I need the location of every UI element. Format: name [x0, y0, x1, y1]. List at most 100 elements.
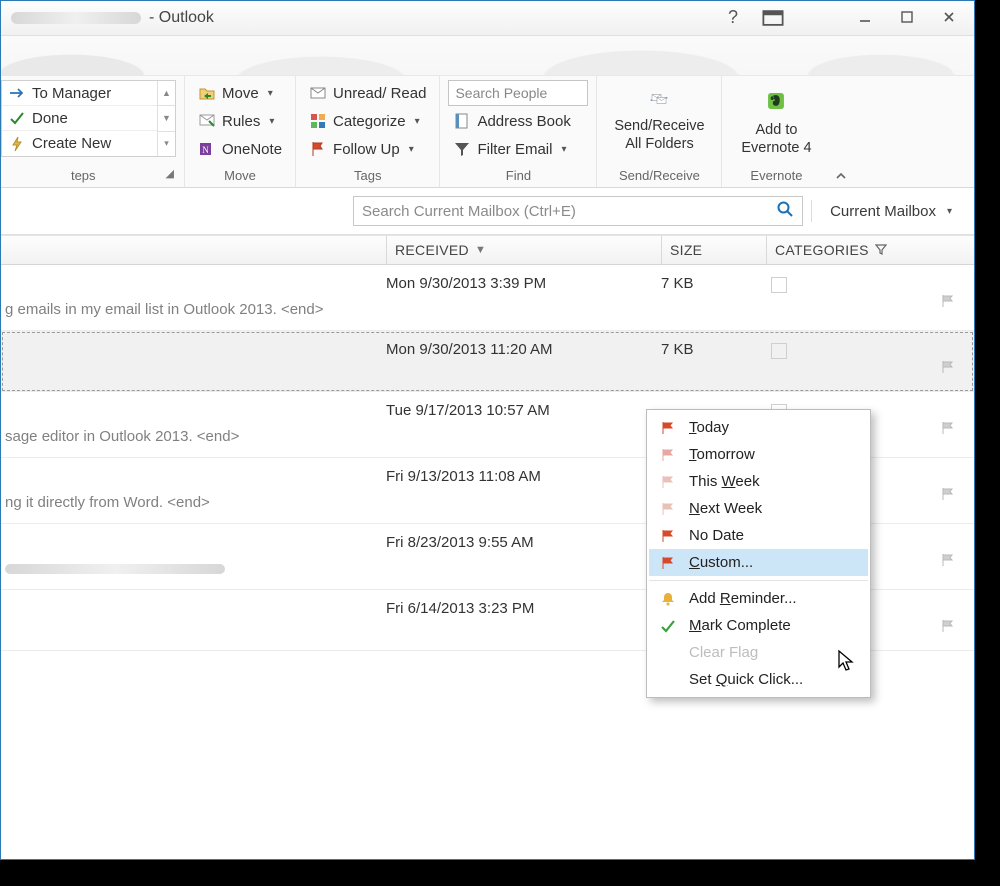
scroll-down-icon[interactable]: ▼ — [158, 105, 175, 130]
check-icon — [8, 109, 26, 127]
categorize-button[interactable]: Categorize▾ — [304, 108, 431, 134]
menu-item-label: Set Quick Click... — [689, 671, 803, 688]
group-label-steps: teps — [1, 165, 166, 187]
outlook-window: - Outlook ? — [0, 0, 975, 860]
menu-item-label: No Date — [689, 527, 744, 544]
categorize-label: Categorize — [333, 113, 406, 130]
followup-label: Follow Up — [333, 141, 400, 158]
menu-item-mark-complete[interactable]: Mark Complete — [649, 612, 868, 639]
category-box[interactable] — [771, 277, 787, 293]
addressbook-label: Address Book — [477, 113, 570, 130]
evernote-icon — [759, 84, 793, 118]
menu-item-label: Next Week — [689, 500, 762, 517]
dialog-launcher-icon[interactable]: ◢ — [166, 163, 176, 187]
quick-step-to-manager[interactable]: To Manager — [2, 81, 157, 106]
message-received: Fri 6/14/2013 3:23 PM — [386, 600, 661, 618]
scroll-up-icon[interactable]: ▲ — [158, 81, 175, 105]
message-subject: g emails in my email list in Outlook 201… — [1, 293, 974, 318]
lightning-icon — [8, 135, 26, 153]
menu-item-label: Mark Complete — [689, 617, 791, 634]
onenote-icon: N — [198, 140, 216, 158]
column-header-row: RECEIVED ▼ SIZE CATEGORIES — [1, 235, 974, 265]
menu-item-set-quick-click[interactable]: Set Quick Click... — [649, 666, 868, 693]
categorize-icon — [309, 112, 327, 130]
collapse-ribbon-icon[interactable] — [830, 76, 852, 187]
filter-email-button[interactable]: Filter Email▾ — [448, 136, 588, 162]
search-mailbox-input[interactable]: Search Current Mailbox (Ctrl+E) — [353, 196, 803, 226]
menu-item-label: Today — [689, 419, 729, 436]
category-box[interactable] — [771, 343, 787, 359]
address-book-icon — [453, 112, 471, 130]
send-receive-icon — [641, 84, 677, 114]
search-scope-label: Current Mailbox — [830, 203, 936, 220]
gallery-expand-icon[interactable]: ▾ — [158, 131, 175, 156]
message-row[interactable]: Mon 9/30/2013 11:20 AM7 KB — [1, 331, 974, 392]
maximize-button[interactable] — [886, 3, 928, 31]
quick-step-create-new[interactable]: Create New — [2, 131, 157, 156]
followup-button[interactable]: Follow Up▾ — [304, 136, 431, 162]
menu-item-tomorrow[interactable]: Tomorrow — [649, 441, 868, 468]
menu-item-this-week[interactable]: This Week — [649, 468, 868, 495]
column-header-categories[interactable]: CATEGORIES — [766, 236, 974, 264]
quick-steps-gallery[interactable]: To Manager Done Create New — [1, 80, 176, 157]
address-book-button[interactable]: Address Book — [448, 108, 588, 134]
funnel-icon — [453, 140, 471, 158]
search-placeholder: Search Current Mailbox (Ctrl+E) — [362, 203, 576, 220]
message-flag-icon[interactable] — [940, 359, 956, 379]
folder-move-icon — [198, 84, 216, 102]
rules-icon — [198, 112, 216, 130]
message-row[interactable]: Mon 9/30/2013 3:39 PM7 KBg emails in my … — [1, 265, 974, 331]
column-header-size[interactable]: SIZE — [661, 236, 766, 264]
title-bar: - Outlook ? — [1, 1, 974, 36]
minimize-button[interactable] — [844, 3, 886, 31]
menu-item-label: Add Reminder... — [689, 590, 797, 607]
message-flag-icon[interactable] — [940, 420, 956, 440]
search-row: Search Current Mailbox (Ctrl+E) Current … — [1, 188, 974, 235]
group-label-evernote: Evernote — [730, 165, 822, 187]
rules-label: Rules — [222, 113, 260, 130]
menu-item-label: This Week — [689, 473, 760, 490]
message-flag-icon[interactable] — [940, 552, 956, 572]
search-scope-dropdown[interactable]: Current Mailbox ▾ — [820, 203, 962, 220]
message-flag-icon[interactable] — [940, 293, 956, 313]
help-icon[interactable]: ? — [722, 7, 744, 34]
send-receive-button[interactable]: Send/ReceiveAll Folders — [605, 80, 713, 153]
search-people-input[interactable]: Search People — [448, 80, 588, 106]
column-header-received[interactable]: RECEIVED ▼ — [386, 236, 661, 264]
message-received: Fri 8/23/2013 9:55 AM — [386, 534, 661, 552]
flag-icon — [309, 140, 327, 158]
message-received: Mon 9/30/2013 11:20 AM — [386, 341, 661, 359]
move-button[interactable]: Move▾ — [193, 80, 287, 106]
check-icon — [659, 618, 677, 634]
menu-item-next-week[interactable]: Next Week — [649, 495, 868, 522]
menu-item-add-reminder[interactable]: Add Reminder... — [649, 585, 868, 612]
message-flag-icon[interactable] — [940, 486, 956, 506]
flag-icon — [659, 420, 677, 436]
group-label-find: Find — [448, 165, 588, 187]
filter-label: Filter Email — [477, 141, 552, 158]
menu-item-clear-flag: Clear Flag — [649, 639, 868, 666]
svg-text:N: N — [202, 145, 209, 155]
menu-item-no-date[interactable]: No Date — [649, 522, 868, 549]
flag-icon — [659, 501, 677, 517]
move-label: Move — [222, 85, 259, 102]
bell-icon — [659, 591, 677, 607]
unread-read-button[interactable]: Unread/ Read — [304, 80, 431, 106]
close-button[interactable] — [928, 3, 970, 31]
quick-step-done[interactable]: Done — [2, 106, 157, 131]
evernote-button[interactable]: Add toEvernote 4 — [730, 80, 822, 157]
gallery-scroll[interactable]: ▲ ▼ ▾ — [157, 81, 175, 156]
menu-item-today[interactable]: Today — [649, 414, 868, 441]
message-flag-icon[interactable] — [940, 618, 956, 638]
column-header-subject[interactable] — [1, 236, 386, 264]
message-received: Tue 9/17/2013 10:57 AM — [386, 402, 661, 420]
menu-item-custom[interactable]: Custom... — [649, 549, 868, 576]
onenote-button[interactable]: N OneNote — [193, 136, 287, 162]
rules-button[interactable]: Rules▾ — [193, 108, 287, 134]
search-people-placeholder: Search People — [455, 85, 547, 101]
group-label-move: Move — [193, 165, 287, 187]
search-icon[interactable] — [776, 200, 794, 223]
ribbon-display-options-icon[interactable] — [762, 7, 784, 34]
message-received: Mon 9/30/2013 3:39 PM — [386, 275, 661, 293]
ribbon: To Manager Done Create New — [1, 76, 974, 188]
